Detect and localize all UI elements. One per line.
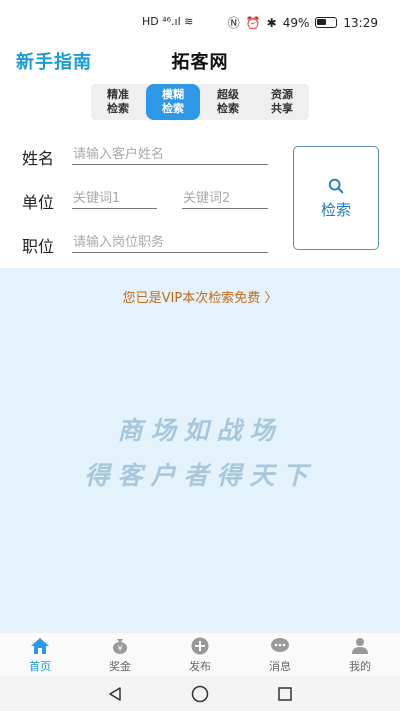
search-form: 姓名 请输入客户姓名 单位 关键词1 关键词2 职位 请输入岗位职务 检索 <box>0 132 400 268</box>
recents-icon[interactable] <box>276 685 294 703</box>
nav-profile[interactable]: 我的 <box>320 633 400 676</box>
svg-text:¥: ¥ <box>117 644 122 653</box>
signal-wifi-icons: HD ⁴⁶.ıl ≋ <box>142 15 194 28</box>
status-bar: HD ⁴⁶.ıl ≋ Ⓝ ⏰ ✱ 49% 13:29 <box>0 0 400 44</box>
back-icon[interactable] <box>106 685 124 703</box>
money-bag-icon: ¥ <box>110 636 130 656</box>
tab-super-search[interactable]: 超级 检索 <box>201 84 255 120</box>
nav-messages[interactable]: 消息 <box>240 633 320 676</box>
search-button-label: 检索 <box>320 200 351 219</box>
keyword2-input[interactable]: 关键词2 <box>182 187 268 209</box>
alarm-icon: ⏰ <box>245 15 261 30</box>
guide-link[interactable]: 新手指南 <box>16 48 92 74</box>
vip-notice[interactable]: 您已是VIP本次检索免费 〉 <box>0 287 400 306</box>
battery-icon <box>315 17 338 28</box>
status-icons-right: Ⓝ ⏰ ✱ 49% 13:29 <box>228 14 378 31</box>
slogan-line-2: 得客户者得天下 <box>84 461 316 490</box>
search-icon <box>328 178 344 193</box>
content-area: 您已是VIP本次检索免费 〉 商场如战场 得客户者得天下 <box>0 268 400 632</box>
message-icon <box>270 636 290 656</box>
user-icon <box>350 636 370 656</box>
nav-bonus[interactable]: ¥ 奖金 <box>80 633 160 676</box>
app-header: 拓客网 新手指南 <box>0 44 400 76</box>
name-label: 姓名 <box>22 149 55 168</box>
nfc-icon: Ⓝ <box>227 16 240 30</box>
name-input[interactable]: 请输入客户姓名 <box>72 143 268 165</box>
keyword1-input[interactable]: 关键词1 <box>72 187 157 209</box>
slogan-line-1: 商场如战场 <box>117 416 283 445</box>
search-button[interactable]: 检索 <box>293 146 379 250</box>
bluetooth-icon: ✱ <box>266 15 277 30</box>
home-icon <box>30 636 50 656</box>
system-navigation-bar <box>0 676 400 711</box>
nav-publish[interactable]: 发布 <box>160 633 240 676</box>
status-icons-left: HD ⁴⁶.ıl ≋ <box>142 15 193 28</box>
nav-home[interactable]: 首页 <box>0 633 80 676</box>
tab-precise-search[interactable]: 精准 检索 <box>91 84 145 120</box>
battery-percent: 49% <box>282 15 310 30</box>
clock: 13:29 <box>343 15 378 30</box>
home-circle-icon[interactable] <box>191 685 209 703</box>
add-icon <box>190 636 210 656</box>
company-label: 单位 <box>22 193 55 212</box>
search-mode-tabs: 精准 检索 模糊 检索 超级 检索 资源 共享 <box>91 84 309 120</box>
bottom-tab-bar: 首页 ¥ 奖金 发布 消息 我的 <box>0 632 400 676</box>
position-label: 职位 <box>22 237 55 256</box>
position-input[interactable]: 请输入岗位职务 <box>72 231 268 253</box>
tab-fuzzy-search[interactable]: 模糊 检索 <box>146 84 200 120</box>
tab-resource-share[interactable]: 资源 共享 <box>255 84 309 120</box>
